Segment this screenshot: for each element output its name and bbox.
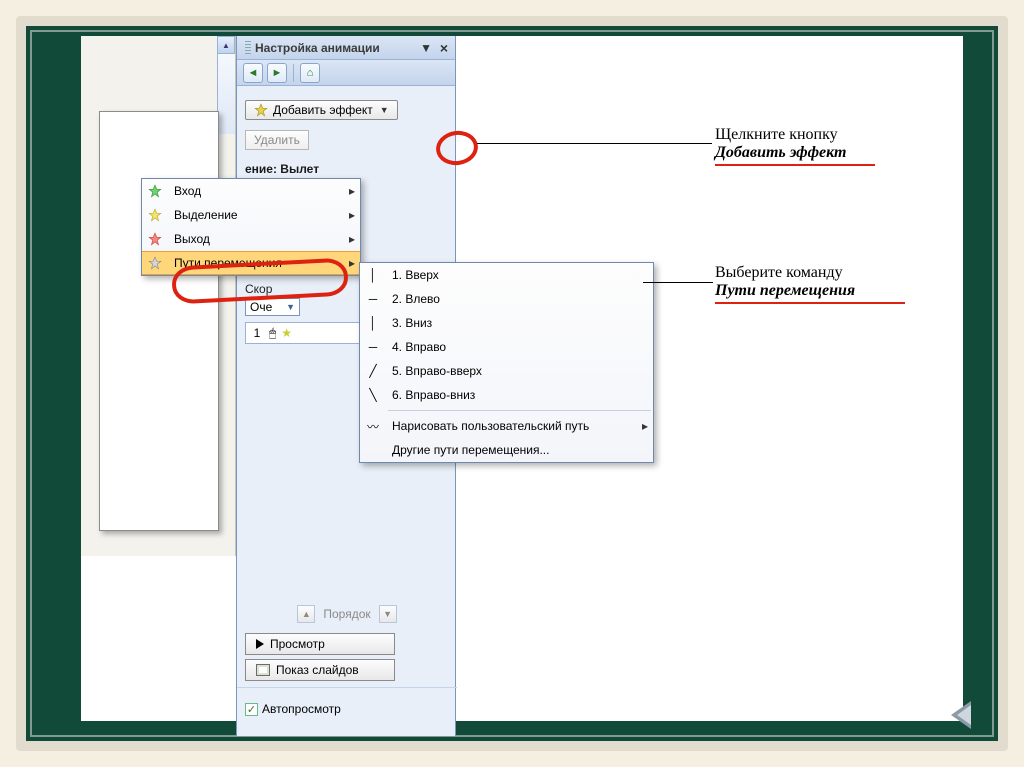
chevron-down-icon: ▼ [286,302,295,312]
submenu-item-down[interactable]: │ 3. Вниз [360,311,653,335]
slide-canvas: Настройка анимации ▼ ◄ ► ⌂ Добавить эффе… [81,36,963,721]
line-diag-icon: ╲ [360,388,386,402]
grip-icon [245,41,251,55]
menu-label: 4. Вправо [386,340,653,354]
whiteboard-frame: Настройка анимации ▼ ◄ ► ⌂ Добавить эффе… [16,16,1008,751]
order-row: ▲ Порядок ▼ [245,599,449,629]
submenu-item-down-right[interactable]: ╲ 6. Вправо-вниз [360,383,653,407]
submenu-item-up-right[interactable]: ╱ 5. Вправо-вверх [360,359,653,383]
scribble-icon: 〰 [360,418,386,435]
submenu-item-more-paths[interactable]: Другие пути перемещения... [360,438,653,462]
delete-button[interactable]: Удалить [245,130,309,150]
prev-slide-button[interactable] [951,701,971,729]
pane-close-button[interactable] [436,40,452,56]
separator [293,64,294,82]
nav-back-button[interactable]: ◄ [243,63,263,83]
pane-nav: ◄ ► ⌂ [237,60,455,86]
instruction-1: Щелкните кнопку Добавить эффект [715,126,955,166]
slideshow-button[interactable]: Показ слайдов [245,659,395,681]
order-down-button[interactable]: ▼ [379,605,397,623]
line-right-icon: ─ [360,340,386,354]
menu-item-entry[interactable]: Вход ▸ [142,179,360,203]
motion-paths-submenu: │ 1. Вверх ─ 2. Влево │ 3. Вниз ─ 4. Впр… [359,262,654,463]
autoplay-row[interactable]: ✓ Автопросмотр [245,694,449,716]
autoplay-label: Автопросмотр [262,702,341,716]
speed-value: Оче [250,300,272,314]
separator [237,687,457,688]
chevron-down-icon: ▼ [380,105,389,115]
pane-footer: ▲ Порядок ▼ Просмотр Показ слайдов ✓ Авт… [245,599,449,716]
preview-button[interactable]: Просмотр [245,633,395,655]
scroll-up-button[interactable] [217,36,235,54]
submenu-arrow-icon: ▸ [344,232,360,246]
menu-label: Вход [168,184,344,198]
instruction-1-line1: Щелкните кнопку [715,126,955,144]
add-effect-label: Добавить эффект [273,103,373,117]
submenu-arrow-icon: ▸ [344,184,360,198]
line-diag-icon: ╱ [360,364,386,378]
submenu-arrow-icon: ▸ [344,208,360,222]
pane-titlebar: Настройка анимации ▼ [237,36,455,60]
instruction-2-line2: Пути перемещения [715,282,955,300]
line-down-icon: │ [360,316,386,330]
order-up-button[interactable]: ▲ [297,605,315,623]
menu-label: Другие пути перемещения... [386,443,653,457]
star-icon [254,103,268,117]
underline-icon [715,164,875,166]
star-icon [142,232,168,246]
underline-icon [715,302,905,304]
delete-label: Удалить [254,133,300,147]
menu-item-exit[interactable]: Выход ▸ [142,227,360,251]
menu-label: 2. Влево [386,292,653,306]
submenu-arrow-icon: ▸ [344,256,360,270]
item-number: 1 [250,326,264,340]
star-icon: ★ [281,326,292,340]
slide-preview [99,111,219,531]
submenu-item-up[interactable]: │ 1. Вверх [360,263,653,287]
checkbox-icon: ✓ [245,703,258,716]
change-section-title: ение: Вылет [245,158,447,180]
menu-label: 1. Вверх [386,268,653,282]
preview-label: Просмотр [270,637,325,651]
submenu-arrow-icon: ▸ [637,419,653,433]
line-left-icon: ─ [360,292,386,306]
play-icon [256,639,264,649]
scrollbar-track[interactable] [217,54,235,134]
star-icon [142,184,168,198]
nav-home-button[interactable]: ⌂ [300,63,320,83]
menu-label: 6. Вправо-вниз [386,388,653,402]
pane-title: Настройка анимации [255,41,416,55]
speed-combo[interactable]: Оче ▼ [245,298,300,316]
submenu-item-custom-path[interactable]: 〰 Нарисовать пользовательский путь ▸ [360,414,653,438]
submenu-item-left[interactable]: ─ 2. Влево [360,287,653,311]
instruction-1-line2: Добавить эффект [715,144,955,162]
leader-line-2 [643,282,713,283]
leader-line-1 [477,143,712,144]
menu-item-emphasis[interactable]: Выделение ▸ [142,203,360,227]
submenu-item-right[interactable]: ─ 4. Вправо [360,335,653,359]
slideshow-label: Показ слайдов [276,663,359,677]
menu-label: Нарисовать пользовательский путь [386,419,637,433]
mouse-icon: 🖱 [269,326,276,341]
star-icon [142,256,168,270]
menu-label: Выход [168,232,344,246]
instruction-2-line1: Выберите команду [715,264,955,282]
line-up-icon: │ [360,268,386,282]
nav-forward-button[interactable]: ► [267,63,287,83]
order-label: Порядок [323,607,370,621]
separator [388,410,651,411]
star-icon [142,208,168,222]
instruction-2: Выберите команду Пути перемещения [715,264,955,304]
pane-dropdown-button[interactable]: ▼ [416,41,436,55]
add-effect-button[interactable]: Добавить эффект ▼ [245,100,398,120]
menu-label: Выделение [168,208,344,222]
slideshow-icon [256,664,270,676]
menu-label: 3. Вниз [386,316,653,330]
menu-label: 5. Вправо-вверх [386,364,653,378]
